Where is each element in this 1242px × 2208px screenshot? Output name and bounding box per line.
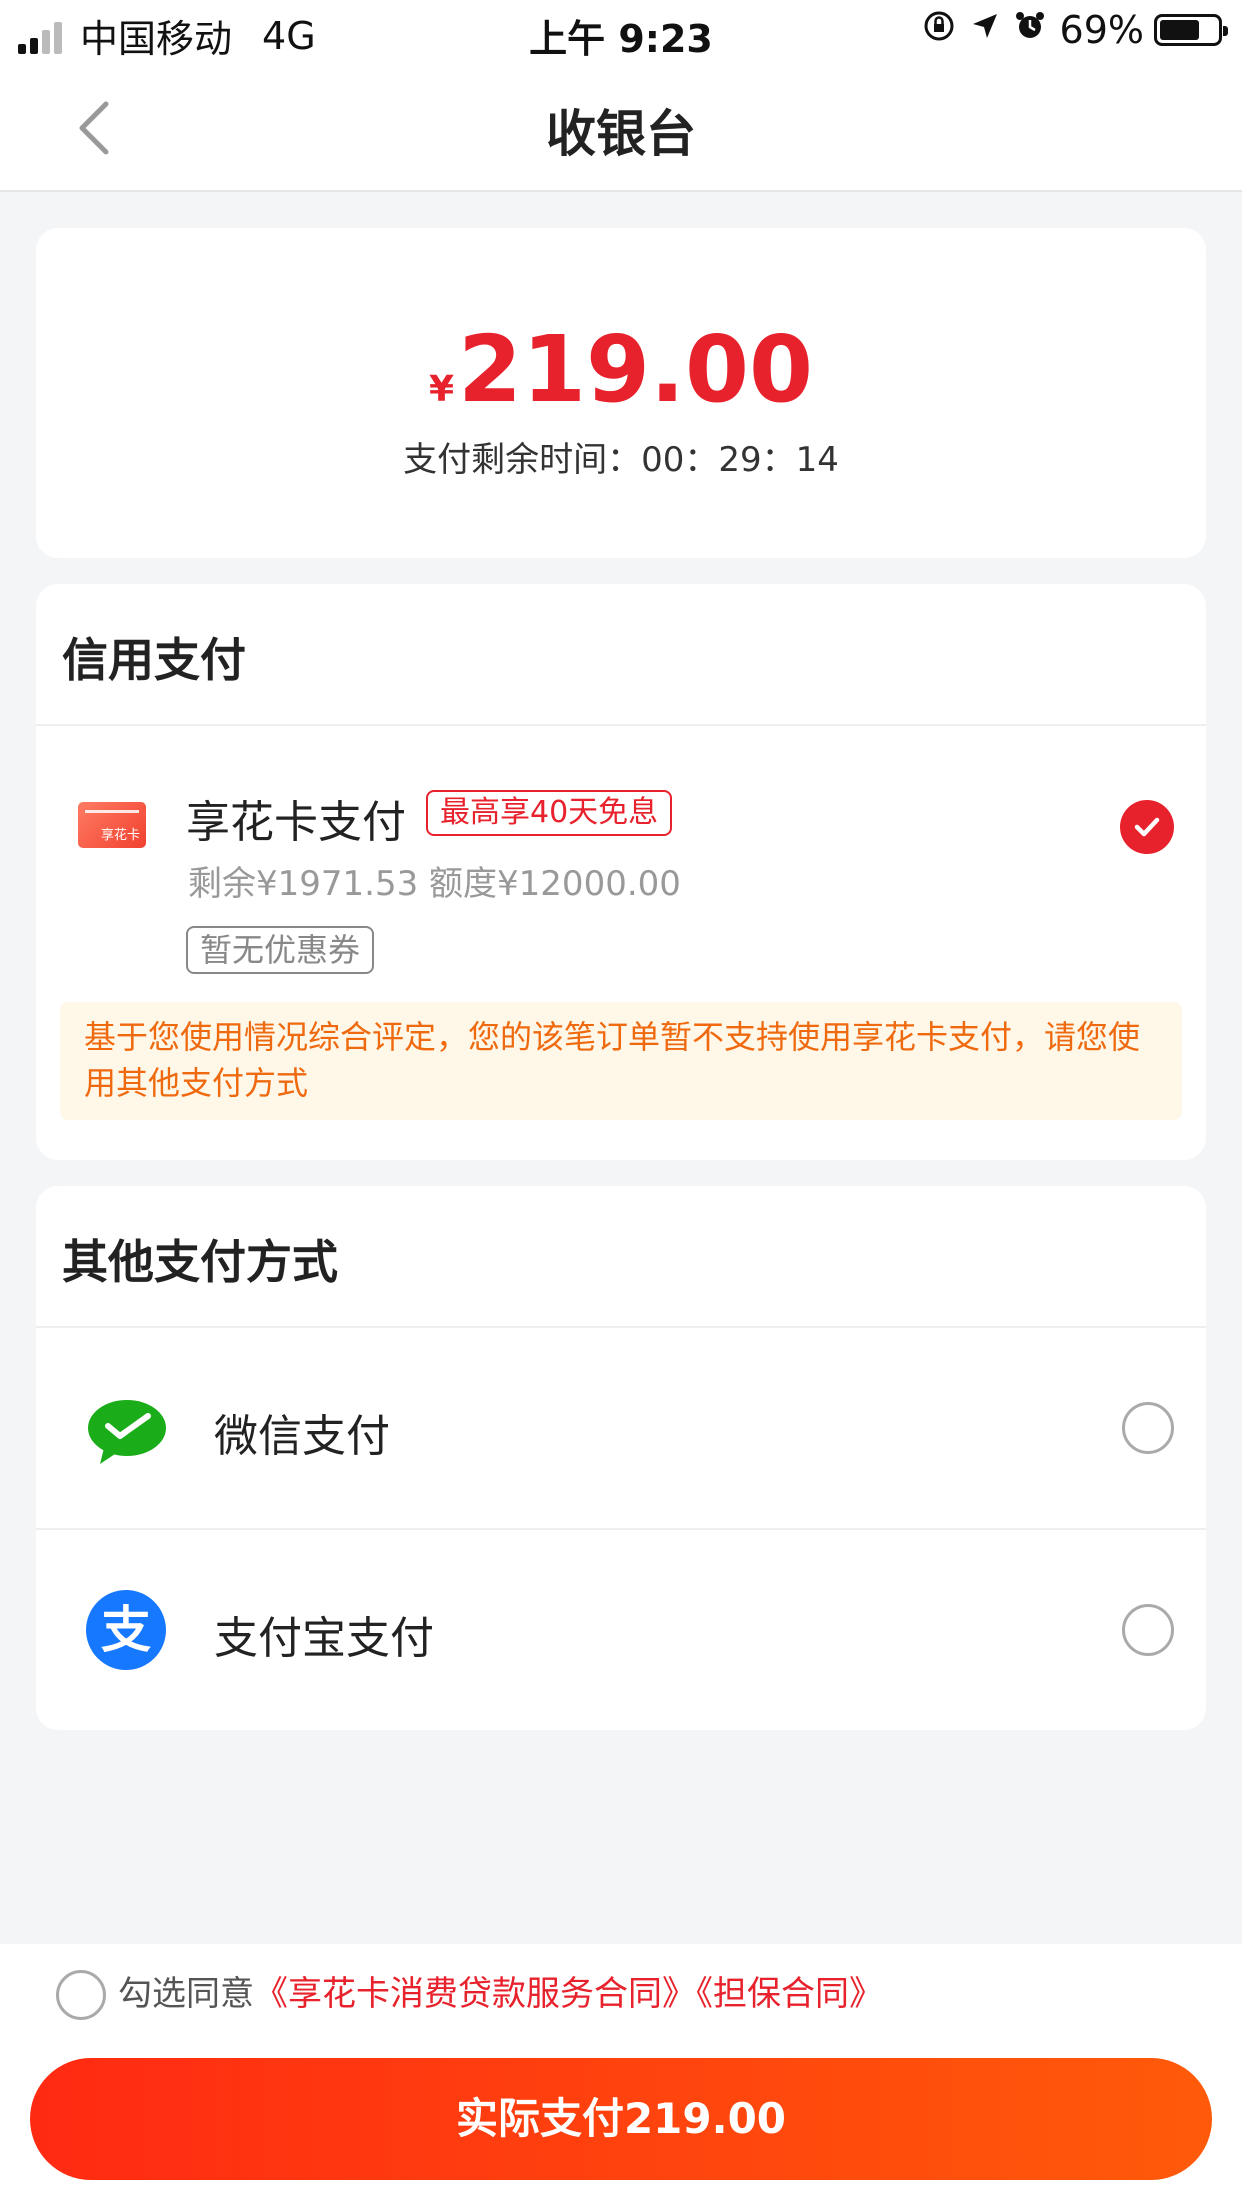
coupon-tag[interactable]: 暂无优惠券	[186, 926, 375, 974]
credit-payment-card: 信用支付 享花卡 享花卡支付 最高享40天免息 剩余¥1971.53 额度¥12…	[36, 584, 1206, 1160]
status-right: 69%	[908, 8, 1228, 52]
credit-balance: 剩余¥1971.53 额度¥12000.00	[188, 864, 681, 904]
credit-notice: 基于您使用情况综合评定，您的该笔订单暂不支持使用享花卡支付，请您使用其他支付方式	[60, 1002, 1182, 1120]
alarm-icon	[1014, 10, 1046, 50]
nav-bar: 收银台	[0, 64, 1242, 192]
alipay-icon: 支	[86, 1590, 166, 1670]
battery-percent: 69%	[1059, 8, 1144, 52]
payment-method-name: 支付宝支付	[214, 1613, 434, 1664]
page-title: 收银台	[546, 105, 696, 163]
footer-bar: 勾选同意《享花卡消费贷款服务合同》《担保合同》 实际支付219.00	[0, 1944, 1242, 2208]
radio-button[interactable]	[1122, 1604, 1174, 1656]
location-icon	[970, 11, 1000, 49]
agree-prefix: 勾选同意	[118, 1974, 254, 2014]
loan-contract-link[interactable]: 《享花卡消费贷款服务合同》	[254, 1974, 696, 2014]
alipay-option[interactable]: 支 支付宝支付	[36, 1530, 1206, 1730]
other-payment-card: 其他支付方式 微信支付 支 支付宝支付	[36, 1186, 1206, 1730]
pay-button[interactable]: 实际支付219.00	[30, 2058, 1212, 2180]
divider	[36, 724, 1206, 726]
card-icon: 享花卡	[78, 802, 146, 848]
cashier-page: 中国移动 4G 上午 9:23 69% 收银台 ¥219.00 支付剩余时间：0…	[0, 0, 1242, 2208]
orientation-lock-icon	[922, 9, 956, 51]
payment-countdown: 支付剩余时间：00：29：14	[403, 440, 839, 480]
interest-free-badge: 最高享40天免息	[426, 790, 673, 836]
agreement-text: 勾选同意《享花卡消费贷款服务合同》《担保合同》	[118, 1970, 883, 2018]
battery-icon	[1154, 14, 1228, 46]
wechat-pay-option[interactable]: 微信支付	[36, 1328, 1206, 1528]
agree-checkbox[interactable]	[56, 1970, 106, 2020]
guarantee-contract-link[interactable]: 《担保合同》	[696, 1974, 883, 2014]
amount-value: 219.00	[458, 316, 814, 423]
amount-card: ¥219.00 支付剩余时间：00：29：14	[36, 228, 1206, 558]
wechat-icon	[86, 1396, 168, 1468]
payment-method-name: 享花卡支付	[186, 797, 406, 848]
payment-amount: ¥219.00	[36, 316, 1206, 423]
other-section-title: 其他支付方式	[62, 1235, 338, 1289]
radio-button[interactable]	[1122, 1402, 1174, 1454]
credit-section-title: 信用支付	[62, 633, 246, 687]
currency-symbol: ¥	[428, 369, 455, 410]
status-bar: 中国移动 4G 上午 9:23 69%	[0, 0, 1242, 64]
payment-method-name: 微信支付	[214, 1411, 390, 1462]
selected-check-icon[interactable]	[1120, 800, 1174, 854]
